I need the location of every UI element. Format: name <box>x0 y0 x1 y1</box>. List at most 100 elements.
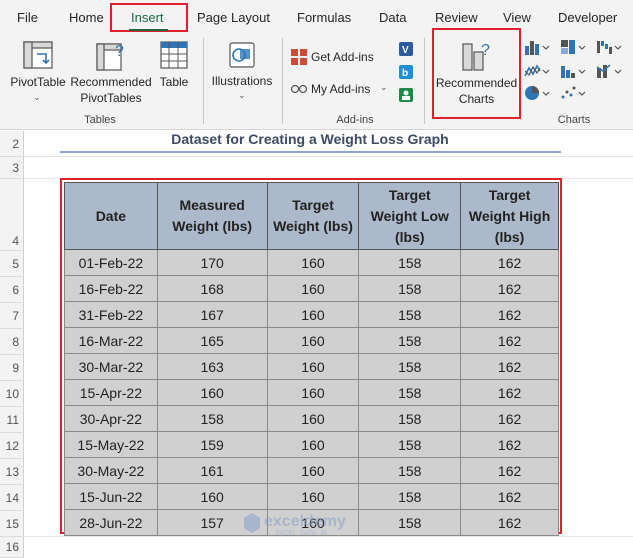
value-cell[interactable]: 160 <box>266 249 360 276</box>
row-header[interactable]: 12 <box>0 433 24 459</box>
value-cell[interactable]: 158 <box>358 405 462 432</box>
header-target-weight[interactable]: Target Weight (lbs) <box>266 182 360 250</box>
value-cell[interactable]: 162 <box>460 353 559 380</box>
row-header[interactable]: 10 <box>0 381 24 407</box>
visio-icon[interactable]: V <box>398 41 414 57</box>
header-measured-weight[interactable]: Measured Weight (lbs) <box>156 182 268 250</box>
statistic-chart-icon[interactable] <box>560 62 588 80</box>
value-cell[interactable]: 159 <box>156 431 268 458</box>
value-cell[interactable]: 161 <box>156 457 268 484</box>
tab-review[interactable]: Review <box>435 9 478 27</box>
column-chart-icon[interactable] <box>524 38 552 56</box>
tab-data[interactable]: Data <box>379 9 406 27</box>
value-cell[interactable]: 160 <box>266 379 360 406</box>
value-cell[interactable]: 162 <box>460 431 559 458</box>
value-cell[interactable]: 158 <box>358 249 462 276</box>
value-cell[interactable]: 160 <box>156 483 268 510</box>
row-header[interactable]: 7 <box>0 303 24 329</box>
hierarchy-chart-icon[interactable] <box>560 38 588 56</box>
row-header[interactable]: 3 <box>0 157 24 179</box>
bing-icon[interactable]: b <box>398 64 414 80</box>
date-cell[interactable]: 31-Feb-22 <box>64 301 158 328</box>
value-cell[interactable]: 162 <box>460 457 559 484</box>
header-text: (lbs) <box>494 228 525 245</box>
date-cell[interactable]: 28-Jun-22 <box>64 509 158 536</box>
value-cell[interactable]: 162 <box>460 275 559 302</box>
row-header[interactable]: 16 <box>0 537 24 558</box>
value-cell[interactable]: 162 <box>460 509 559 536</box>
value-cell[interactable]: 165 <box>156 327 268 354</box>
value-cell[interactable]: 158 <box>358 379 462 406</box>
value-cell[interactable]: 160 <box>156 379 268 406</box>
value-cell[interactable]: 160 <box>266 405 360 432</box>
table-row: 31-Feb-22 167 160 158 162 <box>64 301 559 328</box>
tab-file[interactable]: File <box>17 9 38 27</box>
value-cell[interactable]: 158 <box>358 275 462 302</box>
date-cell[interactable]: 15-May-22 <box>64 431 158 458</box>
chevron-down-icon: ⌄ <box>33 92 41 102</box>
date-cell[interactable]: 16-Feb-22 <box>64 275 158 302</box>
date-cell[interactable]: 01-Feb-22 <box>64 249 158 276</box>
date-cell[interactable]: 30-Apr-22 <box>64 405 158 432</box>
row-header[interactable]: 9 <box>0 355 24 381</box>
value-cell[interactable]: 163 <box>156 353 268 380</box>
row-header[interactable]: 6 <box>0 277 24 303</box>
value-cell[interactable]: 162 <box>460 483 559 510</box>
worksheet-grid[interactable]: 2 3 4 5 6 7 8 9 10 11 12 13 14 15 16 Dat… <box>0 131 633 558</box>
value-cell[interactable]: 162 <box>460 249 559 276</box>
value-cell[interactable]: 170 <box>156 249 268 276</box>
value-cell[interactable]: 158 <box>358 353 462 380</box>
sheet-title[interactable]: Dataset for Creating a Weight Loss Graph <box>60 131 560 149</box>
value-cell[interactable]: 160 <box>266 275 360 302</box>
value-cell[interactable]: 158 <box>358 327 462 354</box>
row-header[interactable]: 15 <box>0 511 24 537</box>
scatter-chart-icon[interactable] <box>560 84 588 102</box>
value-cell[interactable]: 158 <box>156 405 268 432</box>
value-cell[interactable]: 168 <box>156 275 268 302</box>
date-cell[interactable]: 30-Mar-22 <box>64 353 158 380</box>
value-cell[interactable]: 160 <box>266 457 360 484</box>
row-header[interactable]: 11 <box>0 407 24 433</box>
tab-home[interactable]: Home <box>69 9 104 27</box>
dataset-table[interactable]: Date Measured Weight (lbs) Target Weight… <box>64 182 559 536</box>
value-cell[interactable]: 162 <box>460 379 559 406</box>
value-cell[interactable]: 158 <box>358 483 462 510</box>
header-target-high[interactable]: Target Weight High (lbs) <box>460 182 559 250</box>
date-cell[interactable]: 30-May-22 <box>64 457 158 484</box>
value-cell[interactable]: 162 <box>460 405 559 432</box>
value-cell[interactable]: 160 <box>266 431 360 458</box>
tab-formulas[interactable]: Formulas <box>297 9 351 27</box>
row-header[interactable]: 5 <box>0 251 24 277</box>
value-cell[interactable]: 160 <box>266 301 360 328</box>
header-target-low[interactable]: Target Weight Low (lbs) <box>358 182 462 250</box>
date-cell[interactable]: 16-Mar-22 <box>64 327 158 354</box>
people-graph-icon[interactable] <box>398 87 414 103</box>
date-cell[interactable]: 15-Jun-22 <box>64 483 158 510</box>
date-cell[interactable]: 15-Apr-22 <box>64 379 158 406</box>
row-header[interactable]: 13 <box>0 459 24 485</box>
value-cell[interactable]: 160 <box>266 327 360 354</box>
row-header[interactable]: 4 <box>0 179 24 251</box>
value-cell[interactable]: 160 <box>266 483 360 510</box>
value-cell[interactable]: 160 <box>266 353 360 380</box>
exceldemy-logo: exceldemy EXCEL · DATA · BI <box>244 513 346 537</box>
value-cell[interactable]: 158 <box>358 301 462 328</box>
header-text: Date <box>95 207 127 224</box>
row-header[interactable]: 8 <box>0 329 24 355</box>
value-cell[interactable]: 158 <box>358 457 462 484</box>
chevron-down-icon: ⌄ <box>380 82 388 92</box>
header-date[interactable]: Date <box>64 182 158 250</box>
line-chart-icon[interactable] <box>524 62 552 80</box>
tab-view[interactable]: View <box>503 9 531 27</box>
value-cell[interactable]: 162 <box>460 301 559 328</box>
waterfall-chart-icon[interactable] <box>596 38 624 56</box>
row-header[interactable]: 2 <box>0 131 24 157</box>
value-cell[interactable]: 158 <box>358 431 462 458</box>
tab-developer[interactable]: Developer <box>558 9 617 27</box>
row-header[interactable]: 14 <box>0 485 24 511</box>
pie-chart-icon[interactable] <box>524 84 552 102</box>
value-cell[interactable]: 162 <box>460 327 559 354</box>
tab-page-layout[interactable]: Page Layout <box>197 9 270 27</box>
combo-chart-icon[interactable] <box>596 62 624 80</box>
value-cell[interactable]: 167 <box>156 301 268 328</box>
